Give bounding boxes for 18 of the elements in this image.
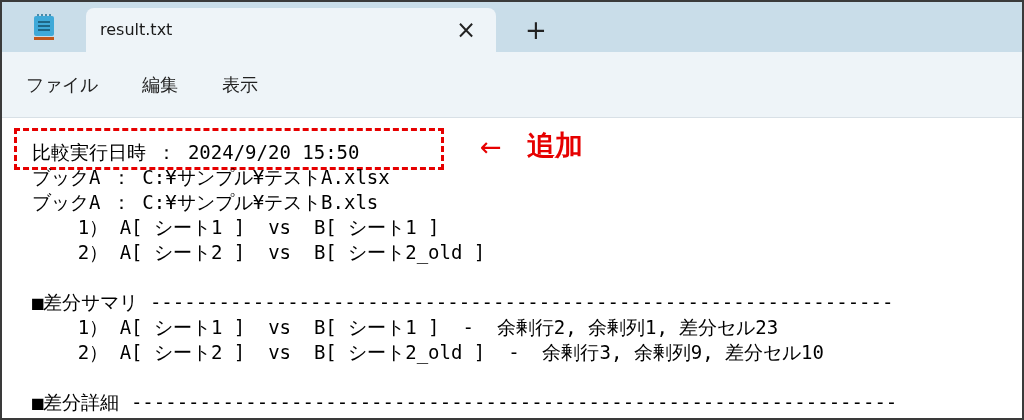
text-line: 2） A[ シート2 ] vs B[ シート2_old ] - 余剰行3, 余剰列9, 差分セル10	[76, 340, 824, 365]
text-line: 2） A[ シート2 ] vs B[ シート2_old ]	[76, 240, 486, 265]
text-line: 比較実行日時 ： 2024/9/20 15:50	[32, 140, 360, 165]
annotation-label: 追加	[527, 132, 583, 160]
new-tab-button[interactable]: +	[496, 8, 576, 52]
file-tab[interactable]: result.txt ×	[86, 8, 496, 52]
notepad-icon	[33, 13, 55, 41]
menu-item[interactable]: 表示	[222, 71, 258, 98]
arrow-text: ←	[480, 134, 502, 160]
close-button[interactable]: ×	[450, 18, 482, 42]
text-line: ブックA ： C:¥サンプル¥テストB.xls	[32, 190, 379, 215]
text-line: 1） A[ シート1 ] vs B[ シート1 ] - 余剰行2, 余剰列1, 差分セル23	[76, 315, 779, 340]
text-line: ブックA ： C:¥サンプル¥テストA.xlsx	[32, 165, 390, 190]
menu-item[interactable]: ファイル	[26, 71, 98, 98]
menu-item[interactable]: 編集	[142, 71, 178, 98]
text-line: 1） A[ シート1 ] vs B[ シート1 ]	[76, 215, 440, 240]
text-line: ■差分詳細 -------------------------------------------------------------------	[32, 390, 898, 415]
text-line: ■差分サマリ -----------------------------------------------------------------	[32, 290, 894, 315]
